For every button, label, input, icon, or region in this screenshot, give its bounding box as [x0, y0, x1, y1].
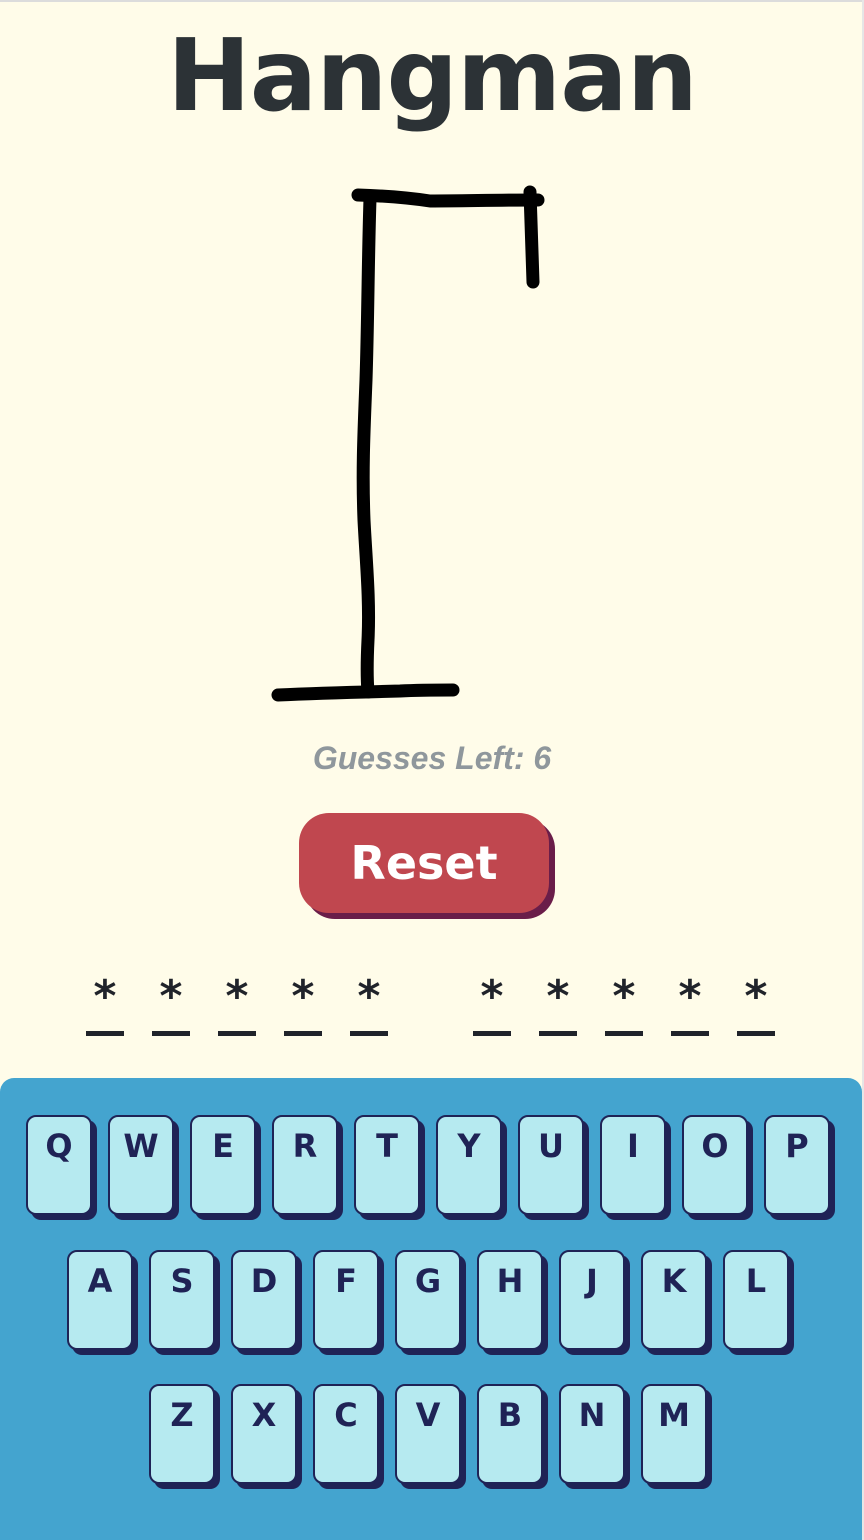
key-l[interactable]: L [723, 1250, 789, 1350]
key-n[interactable]: N [559, 1384, 625, 1484]
key-f[interactable]: F [313, 1250, 379, 1350]
letter-underline [218, 1031, 256, 1036]
key-o[interactable]: O [682, 1115, 748, 1215]
key-label: J [586, 1262, 598, 1300]
hidden-letter: * [610, 971, 638, 1022]
key-label: M [658, 1396, 690, 1434]
key-label: U [538, 1127, 564, 1165]
key-d[interactable]: D [231, 1250, 297, 1350]
keyboard: Q W E R T Y U I O P A S D F G H J K L Z X C V B N M [0, 1078, 862, 1540]
key-m[interactable]: M [641, 1384, 707, 1484]
key-label: P [785, 1127, 809, 1165]
key-u[interactable]: U [518, 1115, 584, 1215]
hidden-letter: * [742, 971, 770, 1022]
key-h[interactable]: H [477, 1250, 543, 1350]
letter-underline [473, 1031, 511, 1036]
key-label: Q [45, 1127, 73, 1165]
key-label: L [745, 1262, 767, 1300]
hidden-letter: * [544, 971, 572, 1022]
key-label: H [496, 1262, 524, 1300]
key-label: T [376, 1127, 398, 1165]
reset-button[interactable]: Reset [299, 813, 549, 913]
hidden-letter: * [478, 971, 506, 1022]
key-label: K [661, 1262, 687, 1300]
key-a[interactable]: A [67, 1250, 133, 1350]
letter-underline [152, 1031, 190, 1036]
key-t[interactable]: T [354, 1115, 420, 1215]
hidden-letter: * [355, 971, 383, 1022]
key-r[interactable]: R [272, 1115, 338, 1215]
key-label: I [627, 1127, 639, 1165]
key-k[interactable]: K [641, 1250, 707, 1350]
key-label: W [123, 1127, 159, 1165]
hidden-letter: * [157, 971, 185, 1022]
hidden-letter: * [676, 971, 704, 1022]
letter-underline [737, 1031, 775, 1036]
hidden-letter: * [289, 971, 317, 1022]
hidden-letter: * [91, 971, 119, 1022]
key-label: G [414, 1262, 442, 1300]
gallows-beam [351, 188, 545, 208]
letter-underline [86, 1031, 124, 1036]
letter-underline [539, 1031, 577, 1036]
gallows-rope [523, 185, 540, 289]
key-label: N [578, 1396, 606, 1434]
letter-underline [671, 1031, 709, 1036]
key-q[interactable]: Q [26, 1115, 92, 1215]
key-g[interactable]: G [395, 1250, 461, 1350]
key-label: O [701, 1127, 729, 1165]
key-i[interactable]: I [600, 1115, 666, 1215]
key-b[interactable]: B [477, 1384, 543, 1484]
key-s[interactable]: S [149, 1250, 215, 1350]
gallows-pole [356, 192, 377, 699]
key-j[interactable]: J [559, 1250, 625, 1350]
key-v[interactable]: V [395, 1384, 461, 1484]
key-z[interactable]: Z [149, 1384, 215, 1484]
key-c[interactable]: C [313, 1384, 379, 1484]
key-label: E [212, 1127, 234, 1165]
key-label: C [334, 1396, 358, 1434]
guesses-left-text: Guesses Left: 6 [312, 740, 552, 776]
letter-underline [605, 1031, 643, 1036]
gallows-drawing [271, 185, 545, 702]
letter-underline [284, 1031, 322, 1036]
key-label: R [292, 1127, 318, 1165]
key-e[interactable]: E [190, 1115, 256, 1215]
letter-underline [350, 1031, 388, 1036]
hidden-letter: * [223, 971, 251, 1022]
key-label: F [335, 1262, 357, 1300]
key-label: B [497, 1396, 523, 1434]
key-label: Y [457, 1127, 481, 1165]
key-label: Z [170, 1396, 194, 1434]
key-label: V [415, 1396, 441, 1434]
key-p[interactable]: P [764, 1115, 830, 1215]
key-label: S [170, 1262, 194, 1300]
key-label: X [251, 1396, 277, 1434]
key-label: A [87, 1262, 113, 1300]
key-w[interactable]: W [108, 1115, 174, 1215]
key-label: D [250, 1262, 278, 1300]
key-x[interactable]: X [231, 1384, 297, 1484]
key-y[interactable]: Y [436, 1115, 502, 1215]
